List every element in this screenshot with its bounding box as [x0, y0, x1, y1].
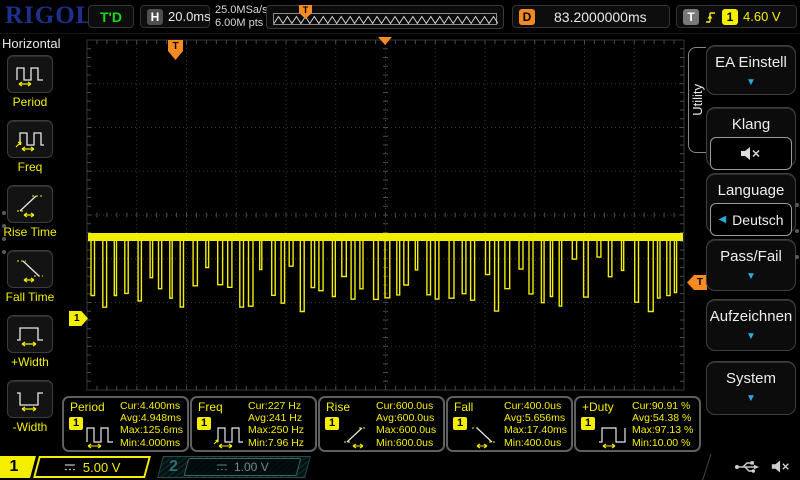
- rise-time-icon: [14, 190, 46, 218]
- softkey-ea-einstell[interactable]: EA Einstell ▼: [706, 45, 796, 95]
- acquisition-info: 25.0MSa/s 6.00M pts: [215, 4, 268, 30]
- minus-width-icon: [14, 385, 46, 413]
- channel1-ground-marker-icon[interactable]: 1: [69, 311, 88, 326]
- period-icon: [14, 60, 46, 88]
- channel-badge: 1: [453, 417, 467, 430]
- measurement-panel-period: Period 1 Cur:4.400ms Avg:4.948ms Max:125…: [62, 396, 189, 452]
- chevron-down-icon: ▼: [707, 393, 795, 404]
- speaker-muted-icon: [770, 459, 792, 474]
- channel-status-bar: 1 5.00 V 2 1.00 V: [0, 455, 800, 480]
- period-glyph-icon: [85, 420, 117, 450]
- dc-coupling-icon: [216, 463, 228, 472]
- menu-item-pos-width[interactable]: +Width: [0, 315, 60, 369]
- speaker-muted-icon: [739, 146, 763, 161]
- system-status-icons: [734, 458, 792, 475]
- usb-icon: [734, 458, 760, 475]
- utility-tab: Utility: [688, 47, 706, 153]
- left-menu-page-dots: [2, 211, 6, 254]
- rising-edge-icon: [704, 9, 717, 25]
- bezel-divider: [701, 454, 711, 480]
- measurement-panel-duty: +Duty 1 Cur:90.91 % Avg:54.38 % Max:97.1…: [574, 396, 701, 452]
- horizontal-center-marker-icon[interactable]: [378, 37, 392, 45]
- chevron-down-icon: ▼: [707, 77, 795, 88]
- trigger-level-value: 4.60 V: [743, 9, 781, 24]
- memory-position-thumbnail[interactable]: T: [266, 5, 504, 29]
- brand-logo: RIGOL: [5, 2, 93, 30]
- channel1-scale: 5.00 V: [83, 460, 121, 475]
- menu-item-period[interactable]: Period: [0, 55, 60, 109]
- measurement-panel-freq: Freq 1 Cur:227 Hz Avg:241 Hz Max:250 Hz …: [190, 396, 317, 452]
- channel2-tab: 2: [169, 458, 178, 476]
- channel2-scale-box[interactable]: 2 1.00 V: [157, 456, 311, 478]
- fall-time-icon: [14, 255, 46, 283]
- softkey-klang[interactable]: Klang: [706, 107, 796, 167]
- softkey-aufzeichnen[interactable]: Aufzeichnen ▼: [706, 299, 796, 351]
- duty-glyph-icon: [597, 420, 629, 450]
- trigger-status-badge: T'D: [88, 5, 134, 28]
- plus-width-icon: [14, 320, 46, 348]
- trigger-position-marker-icon[interactable]: T: [168, 40, 183, 60]
- menu-item-fall-time[interactable]: Fall Time: [0, 250, 60, 304]
- menu-item-rise-time[interactable]: Rise Time: [0, 185, 60, 239]
- measurement-panel-fall: Fall 1 Cur:400.0us Avg:5.656ms Max:17.40…: [446, 396, 573, 452]
- chevron-down-icon: ▼: [707, 331, 795, 342]
- menu-item-freq[interactable]: Freq: [0, 120, 60, 174]
- channel1-tab[interactable]: 1: [0, 456, 36, 478]
- timebase-value: 20.0ms: [168, 9, 211, 24]
- channel2-inner: 1.00 V: [183, 458, 301, 476]
- trigger-status-text: T'D: [100, 9, 122, 25]
- softkey-system[interactable]: System ▼: [706, 361, 796, 415]
- horizontal-label: H: [147, 9, 163, 25]
- softkey-pass-fail[interactable]: Pass/Fail ▼: [706, 239, 796, 291]
- top-status-bar: RIGOL T'D H 20.0ms 25.0MSa/s 6.00M pts T…: [0, 0, 800, 34]
- fall-glyph-icon: [469, 420, 501, 450]
- delay-label: D: [519, 9, 535, 25]
- freq-icon: [14, 125, 46, 153]
- delay-value: 83.2000000ms: [554, 9, 647, 25]
- trigger-label: T: [683, 9, 699, 25]
- horizontal-timebase-box[interactable]: H 20.0ms: [140, 5, 210, 28]
- rise-glyph-icon: [341, 420, 373, 450]
- left-measure-menu: Horizontal Period Freq Rise Time: [0, 33, 60, 453]
- trigger-source-badge: 1: [722, 9, 738, 25]
- right-menu-page-dots: [795, 203, 799, 259]
- channel-badge: 1: [581, 417, 595, 430]
- trigger-delay-box[interactable]: D 83.2000000ms: [512, 5, 670, 28]
- measurement-panel-rise: Rise 1 Cur:600.0us Avg:600.0us Max:600.0…: [318, 396, 445, 452]
- chevron-down-icon: ▼: [707, 271, 795, 282]
- left-menu-title: Horizontal: [0, 33, 60, 51]
- channel-badge: 1: [325, 417, 339, 430]
- softkey-language[interactable]: Language ◀ Deutsch: [706, 173, 796, 233]
- trigger-settings-box[interactable]: T 1 4.60 V: [676, 5, 797, 28]
- menu-item-neg-width[interactable]: -Width: [0, 380, 60, 434]
- dc-coupling-icon: [64, 463, 76, 472]
- freq-glyph-icon: [213, 420, 245, 450]
- oscilloscope-screen: RIGOL T'D H 20.0ms 25.0MSa/s 6.00M pts T…: [0, 0, 800, 480]
- channel-badge: 1: [197, 417, 211, 430]
- channel2-scale: 1.00 V: [234, 460, 269, 474]
- memory-depth: 6.00M pts: [215, 17, 268, 30]
- language-selected-value: Deutsch: [732, 212, 783, 228]
- channel-badge: 1: [69, 417, 83, 430]
- right-utility-menu: Utility EA Einstell ▼ Klang Language ◀ D…: [688, 33, 800, 453]
- sample-rate: 25.0MSa/s: [215, 4, 268, 17]
- channel1-scale-box[interactable]: 5.00 V: [33, 456, 151, 478]
- chevron-left-icon: ◀: [718, 214, 726, 225]
